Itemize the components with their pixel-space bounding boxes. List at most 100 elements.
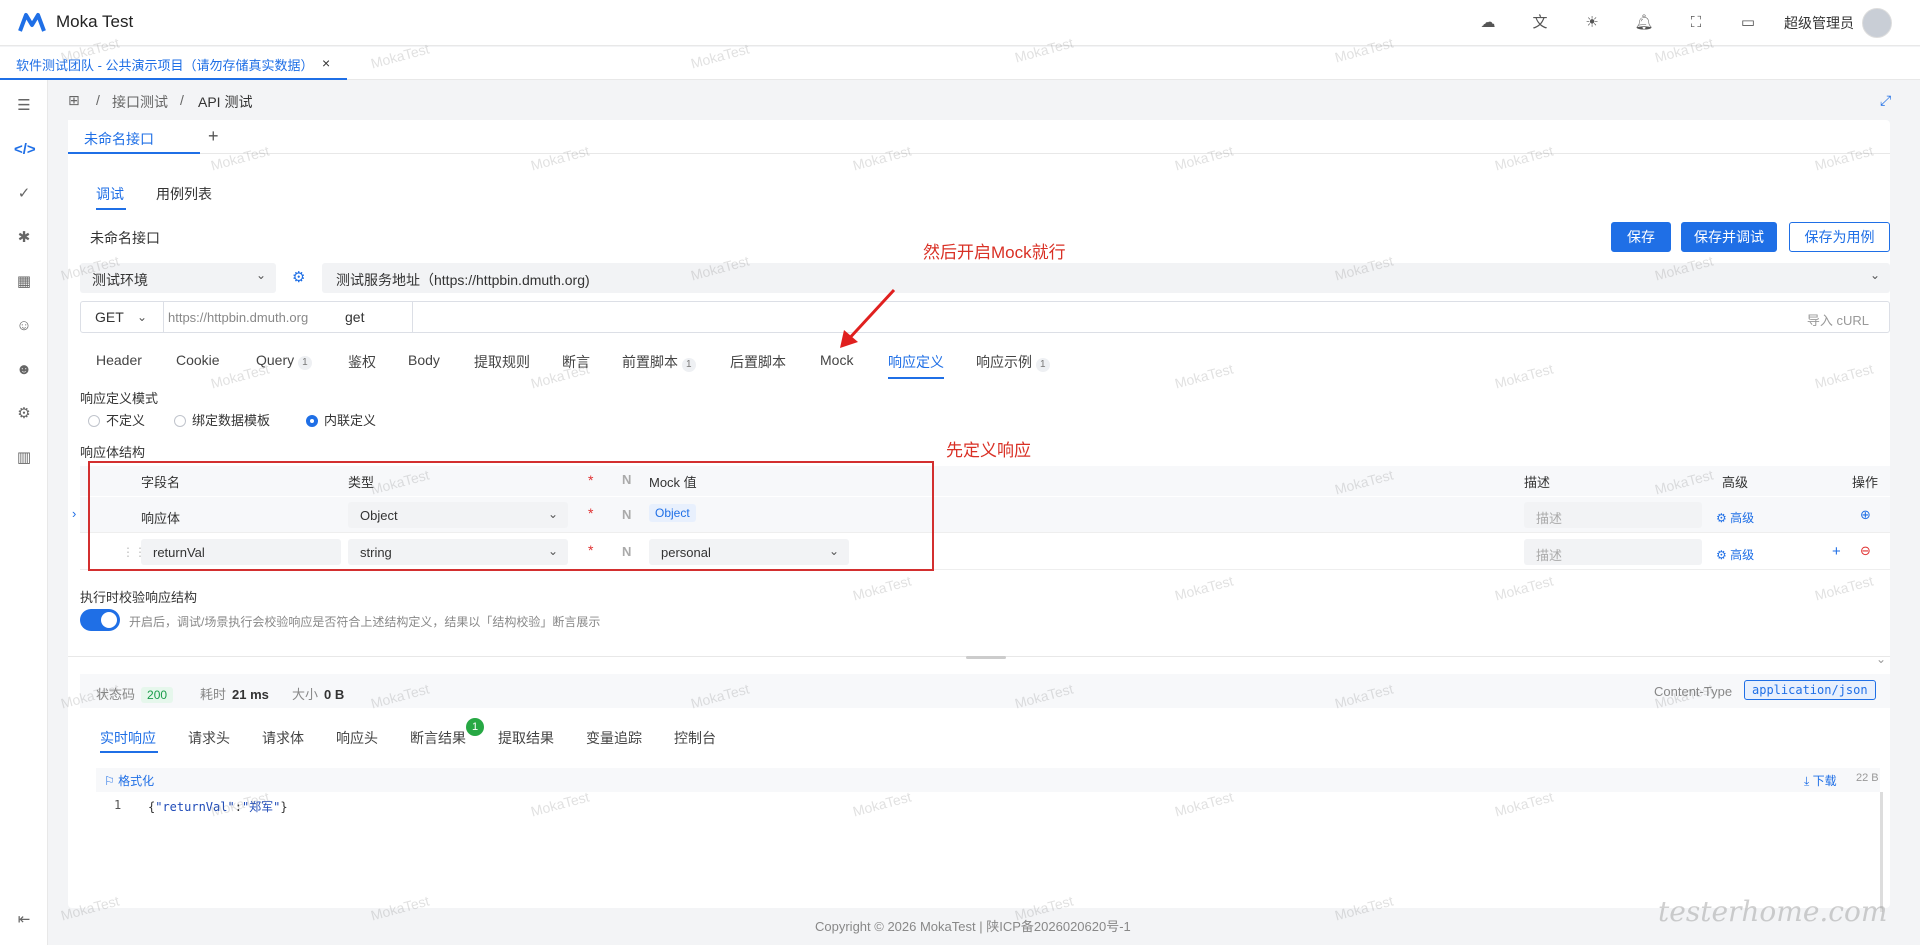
response-example-badge: 1 (1036, 358, 1050, 372)
url-bar: GET ⌄ https://httpbin.dmuth.org get 导入 c… (80, 301, 1890, 333)
home-grid-icon[interactable]: ⊞ (68, 92, 80, 109)
radio-inline[interactable]: 内联定义 (306, 410, 376, 429)
tab-variable-trace[interactable]: 变量追踪 (586, 728, 642, 748)
code-icon[interactable]: </> (14, 140, 36, 160)
response-time: 耗时 21 ms (200, 684, 269, 703)
download-button[interactable]: ⤓ 下载 (1804, 772, 1837, 789)
tab-live-response[interactable]: 实时响应 (100, 728, 156, 748)
status-badge: 200 (141, 687, 174, 703)
scrollbar[interactable] (1880, 792, 1883, 912)
tab-response-def[interactable]: 响应定义 (888, 352, 944, 372)
base-url: https://httpbin.dmuth.org (163, 302, 413, 332)
col-desc: 描述 (1524, 475, 1551, 490)
translate-icon[interactable]: 文 (1529, 13, 1551, 33)
code-brace: } (280, 800, 288, 814)
desc-input[interactable]: 描述 (1524, 539, 1702, 565)
breadcrumb-sep: / (180, 92, 184, 108)
tab-unnamed-interface[interactable]: 未命名接口 (68, 120, 200, 154)
server-value: 测试服务地址（https://httpbin.dmuth.org) (336, 272, 590, 288)
radio-dot (88, 415, 100, 427)
add-row-icon[interactable]: + (1832, 543, 1841, 560)
add-child-icon[interactable]: ⊕ (1860, 507, 1871, 523)
time-label: 耗时 (200, 687, 227, 702)
tab-extract[interactable]: 提取规则 (474, 352, 530, 372)
radio-template[interactable]: 绑定数据模板 (174, 410, 270, 429)
breadcrumb-current: API 测试 (198, 94, 253, 110)
save-button[interactable]: 保存 (1611, 222, 1671, 252)
url-path-input[interactable]: get (345, 309, 364, 325)
avatar[interactable] (1862, 8, 1892, 38)
tab-underline (888, 377, 944, 379)
annotation-arrow-icon (840, 288, 896, 348)
download-icon: ⤓ (1804, 774, 1813, 788)
close-icon[interactable]: × (322, 55, 330, 71)
tab-request-body[interactable]: 请求体 (262, 728, 304, 748)
collapse-icon[interactable]: ⇤ (14, 910, 34, 930)
format-icon: ⚐ (104, 774, 119, 788)
tab-post-script[interactable]: 后置脚本 (730, 352, 786, 372)
tab-pre-script[interactable]: 前置脚本 1 (622, 352, 696, 372)
tab-pre-script-label: 前置脚本 (622, 354, 678, 370)
env-settings-icon[interactable]: ⚙ (292, 268, 305, 286)
resize-handle[interactable] (966, 656, 1006, 659)
user-name[interactable]: 超级管理员 (1784, 13, 1854, 33)
tab-auth[interactable]: 鉴权 (348, 352, 376, 372)
validate-hint: 开启后，调试/场景执行会校验响应是否符合上述结构定义，结果以「结构校验」断言展示 (129, 615, 601, 629)
format-label: 格式化 (118, 774, 155, 788)
response-mode-label: 响应定义模式 (80, 391, 159, 406)
expand-row-icon[interactable]: › (72, 506, 76, 521)
collapse-chevron-icon[interactable]: ⌄ (1876, 652, 1886, 666)
format-button[interactable]: ⚐ 格式化 (104, 772, 154, 789)
tab-body[interactable]: Body (408, 352, 440, 368)
tab-header[interactable]: Header (96, 352, 142, 368)
tab-underline (96, 208, 126, 210)
calendar-icon[interactable]: ▦ (14, 272, 34, 292)
users-icon[interactable]: ☻ (14, 360, 34, 380)
tab-cookie[interactable]: Cookie (176, 352, 220, 368)
cloud-icon[interactable]: ☁ (1477, 13, 1499, 33)
video-icon[interactable]: ▭ (1737, 13, 1759, 33)
tab-mock[interactable]: Mock (820, 352, 853, 368)
save-case-button[interactable]: 保存为用例 (1789, 222, 1890, 252)
bell-icon[interactable]: 🔔︎ (1633, 13, 1655, 33)
interface-name[interactable]: 未命名接口 (90, 228, 160, 248)
import-curl-button[interactable]: 导入 cURL (1807, 310, 1869, 329)
expand-icon[interactable]: ⤢ (1880, 92, 1891, 109)
validate-toggle[interactable] (80, 609, 120, 631)
check-circle-icon[interactable]: ✓ (14, 184, 34, 204)
download-label: 下载 (1812, 774, 1837, 788)
tab-case-list[interactable]: 用例列表 (156, 184, 212, 204)
annotation-highlight-box (88, 461, 934, 571)
remove-row-icon[interactable]: ⊖ (1860, 543, 1871, 559)
advanced-button[interactable]: ⚙ 高级 (1716, 509, 1754, 526)
tab-assert-result[interactable]: 断言结果 (410, 728, 466, 748)
radio-inline-label: 内联定义 (324, 413, 377, 428)
add-tab-button[interactable]: + (208, 126, 219, 147)
book-icon[interactable]: ▥ (14, 448, 34, 468)
radio-none[interactable]: 不定义 (88, 410, 145, 429)
tab-request-headers[interactable]: 请求头 (188, 728, 230, 748)
tab-response-headers[interactable]: 响应头 (336, 728, 378, 748)
theme-icon[interactable]: ☀ (1581, 13, 1603, 33)
bug-icon[interactable]: ✱ (14, 228, 34, 248)
advanced-button[interactable]: ⚙ 高级 (1716, 546, 1754, 563)
tab-console[interactable]: 控制台 (674, 728, 716, 748)
fullscreen-icon[interactable]: ⛶ (1685, 13, 1707, 33)
icp-link[interactable]: 陕ICP备2026020620号-1 (986, 919, 1131, 934)
method-select[interactable]: GET (95, 309, 124, 325)
menu-list-icon[interactable]: ☰ (14, 96, 34, 116)
footer-text: Copyright © 2026 MokaTest | 陕ICP备2026020… (815, 916, 1131, 935)
tab-response-example[interactable]: 响应示例 1 (976, 352, 1050, 372)
settings-icon[interactable]: ⚙ (14, 404, 34, 424)
content-type-badge: application/json (1744, 680, 1876, 700)
body-structure-label: 响应体结构 (80, 445, 146, 460)
gear-icon: ⚙ (1716, 548, 1731, 562)
size-label: 大小 (292, 687, 319, 702)
breadcrumb-api-test[interactable]: 接口测试 (112, 92, 168, 112)
desc-input[interactable]: 描述 (1524, 502, 1702, 528)
project-tab[interactable]: 软件测试团队 - 公共演示项目（请勿存储真实数据） × (0, 47, 347, 80)
save-debug-button[interactable]: 保存并调试 (1681, 222, 1777, 252)
tab-extract-result[interactable]: 提取结果 (498, 728, 554, 748)
tab-debug[interactable]: 调试 (96, 184, 124, 204)
user-icon[interactable]: ☺ (14, 316, 34, 336)
